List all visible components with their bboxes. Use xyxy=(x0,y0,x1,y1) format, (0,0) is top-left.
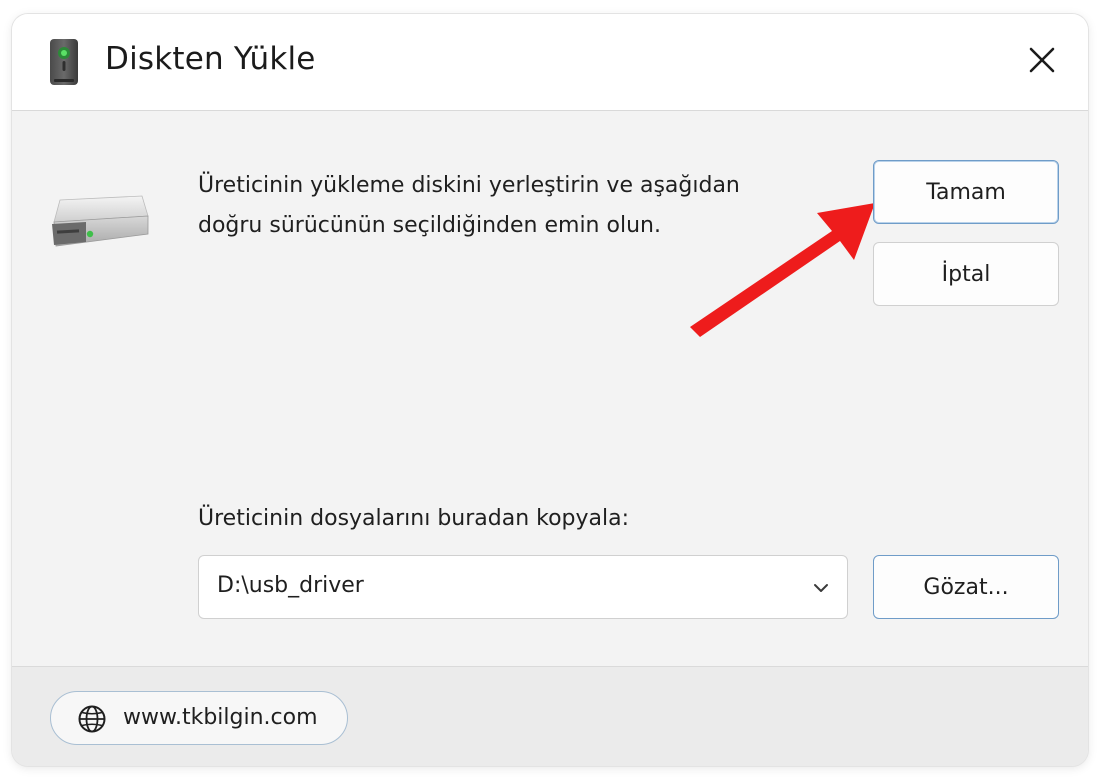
path-value[interactable]: D:\usb_driver xyxy=(217,573,364,598)
website-link[interactable]: www.tkbilgin.com xyxy=(50,691,348,745)
cancel-button[interactable]: İptal xyxy=(873,242,1059,306)
globe-icon xyxy=(78,705,106,733)
install-from-disk-dialog: Diskten Yükle Üreticinin yükleme diskini… xyxy=(12,14,1088,766)
ok-button[interactable]: Tamam xyxy=(873,160,1059,224)
usb-drive-icon xyxy=(50,39,78,85)
red-arrow-annotation xyxy=(690,203,875,337)
close-icon[interactable] xyxy=(1020,38,1064,82)
footer: www.tkbilgin.com xyxy=(12,666,1088,766)
copy-from-label: Üreticinin dosyalarını buradan kopyala: xyxy=(198,506,630,531)
hard-drive-icon xyxy=(52,195,149,247)
dialog-title: Diskten Yükle xyxy=(105,41,316,77)
path-combobox[interactable]: D:\usb_driver xyxy=(198,555,848,619)
title-bar: Diskten Yükle xyxy=(12,14,1088,111)
browse-button[interactable]: Gözat... xyxy=(873,555,1059,619)
chevron-down-icon[interactable] xyxy=(811,578,831,598)
website-link-text[interactable]: www.tkbilgin.com xyxy=(123,705,318,730)
